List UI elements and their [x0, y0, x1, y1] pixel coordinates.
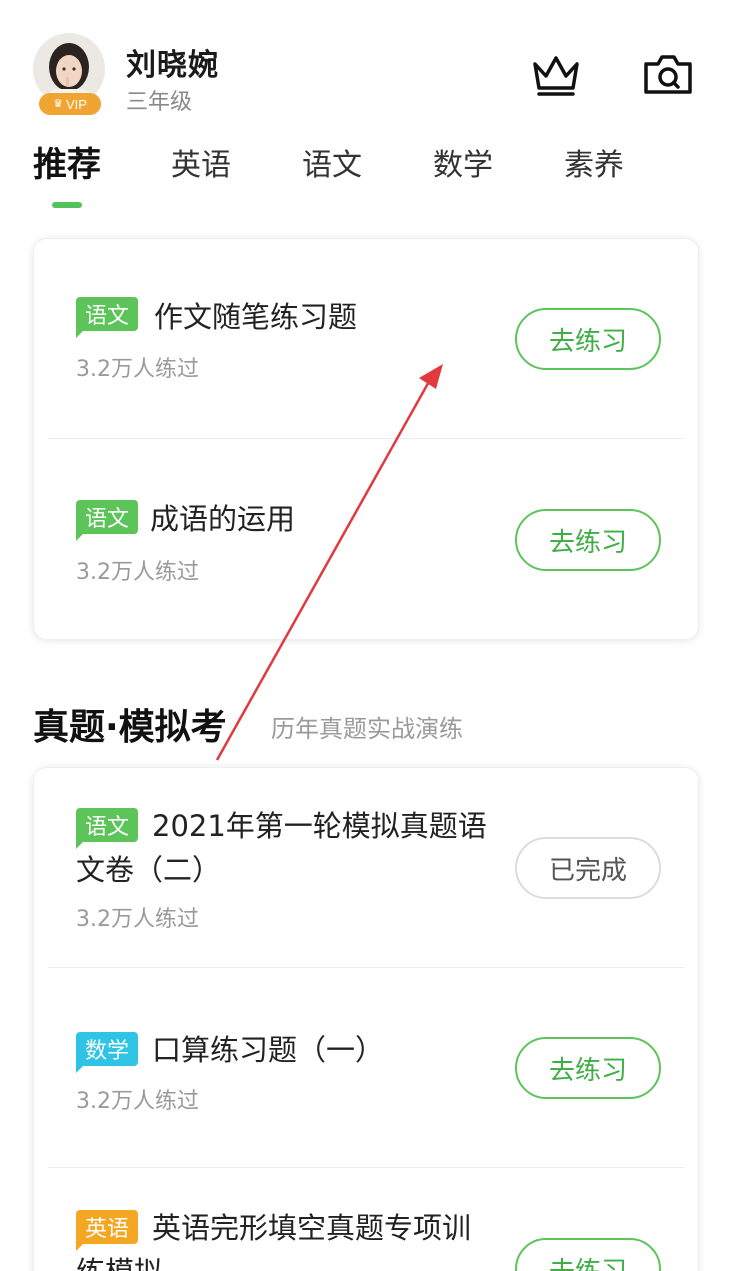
list-item[interactable]: 英语 英语完形填空真题专项训练模拟 去练习	[34, 1168, 698, 1271]
tab-english[interactable]: 英语	[171, 140, 231, 184]
practice-button[interactable]: 去练习	[515, 1238, 661, 1271]
subject-tabs: 推荐 英语 语文 数学 素养	[0, 140, 733, 210]
subject-tag: 数学	[76, 1032, 139, 1073]
list-item[interactable]: 数学 口算练习题（一） 3.2万人练过 去练习	[34, 968, 698, 1168]
crown-icon[interactable]	[530, 48, 582, 100]
practice-button[interactable]: 去练习	[515, 509, 661, 571]
item-practice-count: 3.2万人练过	[76, 1089, 199, 1114]
user-name: 刘晓婉	[126, 48, 219, 83]
subject-tag: 语文	[76, 500, 139, 541]
avatar-container[interactable]: ♛ VIP	[33, 33, 105, 115]
camera-search-icon[interactable]	[642, 48, 694, 100]
profile-header: ♛ VIP 刘晓婉 三年级	[0, 0, 733, 130]
user-grade: 三年级	[126, 90, 193, 115]
list-item[interactable]: 语文 2021年第一轮模拟真题语文卷（二） 3.2万人练过 已完成	[34, 768, 698, 968]
item-practice-count: 3.2万人练过	[76, 357, 199, 382]
tab-literacy[interactable]: 素养	[564, 140, 624, 184]
tab-chinese[interactable]: 语文	[302, 140, 362, 184]
subject-tag: 语文	[76, 297, 139, 338]
item-title: 英语完形填空真题专项训练模拟	[76, 1211, 472, 1271]
item-title: 2021年第一轮模拟真题语文卷（二）	[76, 809, 487, 887]
tab-recommend[interactable]: 推荐	[33, 137, 101, 186]
section-title: 真题·模拟考	[33, 707, 227, 748]
item-title: 口算练习题（一）	[152, 1033, 385, 1067]
list-item[interactable]: 语文 作文随笔练习题 3.2万人练过 去练习	[34, 239, 698, 439]
item-title: 成语的运用	[150, 502, 296, 536]
item-practice-count: 3.2万人练过	[76, 907, 199, 932]
practice-button[interactable]: 去练习	[515, 1037, 661, 1099]
item-practice-count: 3.2万人练过	[76, 560, 199, 585]
vip-badge: ♛ VIP	[39, 93, 101, 115]
item-title: 作文随笔练习题	[154, 300, 358, 334]
exam-card: 语文 2021年第一轮模拟真题语文卷（二） 3.2万人练过 已完成 数学 口算练…	[33, 767, 699, 1271]
section-subtitle: 历年真题实战演练	[271, 715, 463, 743]
recommend-card: 语文 作文随笔练习题 3.2万人练过 去练习 语文 成语的运用 3.2万人练过 …	[33, 238, 699, 640]
active-tab-indicator	[52, 202, 82, 208]
vip-label: VIP	[65, 96, 87, 112]
completed-button[interactable]: 已完成	[515, 837, 661, 899]
vip-crown-icon: ♛	[53, 97, 63, 110]
list-item[interactable]: 语文 成语的运用 3.2万人练过 去练习	[34, 439, 698, 639]
practice-button[interactable]: 去练习	[515, 308, 661, 370]
tab-math[interactable]: 数学	[433, 140, 493, 184]
